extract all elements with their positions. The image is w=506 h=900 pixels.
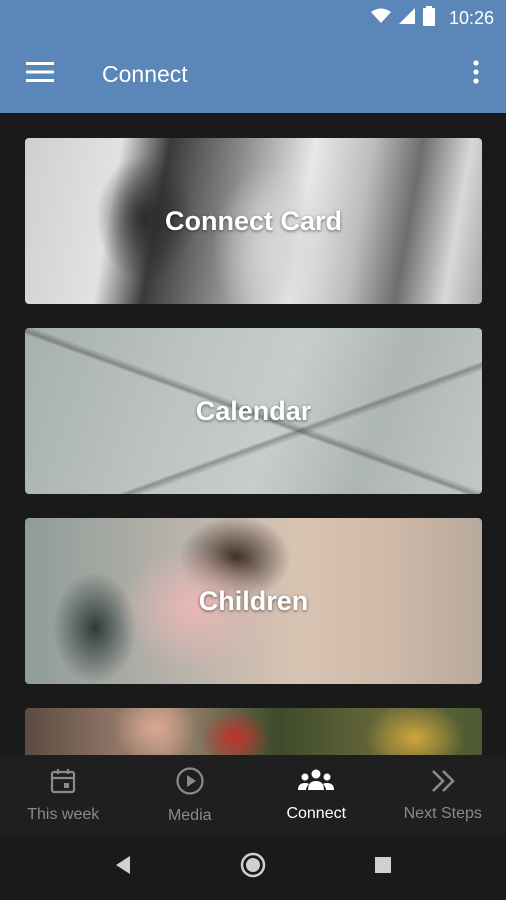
page-title: Connect <box>102 61 188 87</box>
system-navigation-bar <box>0 835 506 900</box>
calendar-tile[interactable]: Calendar <box>25 328 482 494</box>
home-circle-icon <box>239 851 267 884</box>
cell-signal-icon <box>398 7 415 29</box>
home-button[interactable] <box>233 848 273 888</box>
menu-button[interactable] <box>0 36 80 113</box>
status-bar: 10:26 <box>0 0 506 36</box>
nav-this-week[interactable]: This week <box>0 755 127 835</box>
hamburger-menu-icon <box>26 62 54 87</box>
card-label: Connect Card <box>164 205 343 236</box>
nav-label: Media <box>167 806 212 824</box>
nav-next-steps[interactable]: Next Steps <box>380 755 506 835</box>
overflow-menu-button[interactable] <box>446 36 506 113</box>
double-chevron-right-icon <box>429 768 457 799</box>
more-vert-icon <box>473 60 479 89</box>
back-triangle-icon <box>114 855 132 880</box>
nav-label: Connect <box>286 804 347 822</box>
calendar-icon <box>49 767 77 800</box>
battery-icon <box>422 5 435 31</box>
connect-card-tile[interactable]: Connect Card <box>25 138 482 304</box>
card-list: Connect Card Calendar Children <box>0 113 506 755</box>
nav-media[interactable]: Media <box>127 755 254 835</box>
nav-connect[interactable]: Connect <box>253 755 380 835</box>
card-label: Calendar <box>195 395 312 426</box>
fourth-tile-image <box>25 708 482 755</box>
card-label: Children <box>198 585 309 616</box>
bottom-navigation: This week Media Connect Next Steps <box>0 755 506 835</box>
wifi-icon <box>370 8 391 29</box>
status-time: 10:26 <box>448 7 494 28</box>
fourth-tile[interactable] <box>25 708 482 755</box>
back-button[interactable] <box>103 848 143 888</box>
recents-square-icon <box>374 856 392 879</box>
nav-label: This week <box>27 805 100 823</box>
group-icon <box>298 768 335 799</box>
nav-label: Next Steps <box>403 804 482 822</box>
app-bar: Connect <box>0 36 506 113</box>
recents-button[interactable] <box>363 848 403 888</box>
play-circle-icon <box>175 766 205 801</box>
children-tile[interactable]: Children <box>25 518 482 684</box>
